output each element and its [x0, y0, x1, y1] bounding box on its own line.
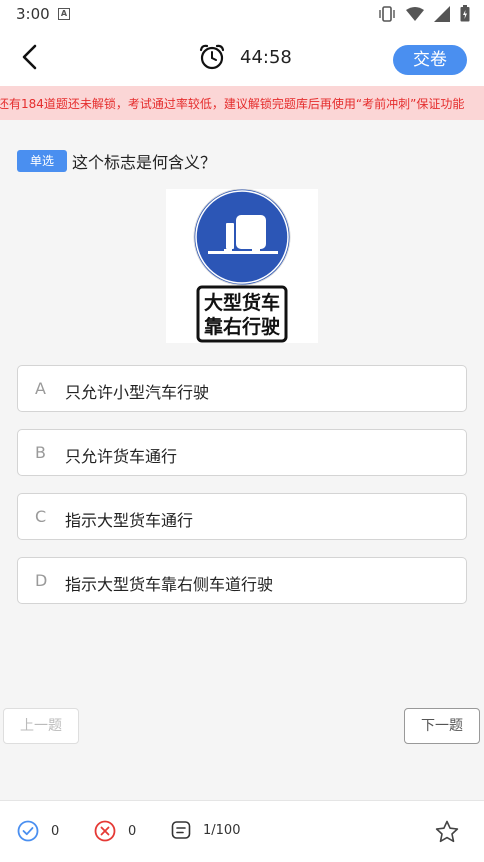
option-d[interactable]: D 指示大型货车靠右侧车道行驶 — [17, 557, 467, 604]
option-text: 指示大型货车靠右侧车道行驶 — [65, 575, 274, 594]
back-arrow-icon[interactable] — [16, 42, 46, 72]
notice-text: 还有184道题还未解锁，考试通过率较低，建议解锁完题库后再使用“考前冲刺”保证功… — [0, 97, 465, 111]
wifi-icon — [406, 6, 424, 21]
question-text: 这个标志是何含义？ — [72, 153, 217, 172]
option-c[interactable]: C 指示大型货车通行 — [17, 493, 467, 540]
option-letter: C — [35, 507, 47, 526]
submit-exam-button[interactable]: 交卷 — [393, 45, 467, 75]
option-letter: A — [35, 379, 46, 398]
wrong-count: 0 — [128, 823, 137, 839]
status-time: 3:00 — [16, 5, 50, 23]
unlock-notice-banner[interactable]: 还有184道题还未解锁，考试通过率较低，建议解锁完题库后再使用“考前冲刺”保证功… — [0, 86, 484, 120]
traffic-sign-image: 大型货车 靠右行驶 — [166, 189, 318, 343]
option-letter: B — [35, 443, 46, 462]
timer-value: 44:58 — [240, 46, 292, 68]
correct-count: 0 — [51, 823, 60, 839]
correct-count-item[interactable]: 0 — [17, 820, 59, 842]
bottom-bar: 0 0 1/100 — [0, 800, 484, 862]
option-text: 只允许货车通行 — [65, 447, 178, 466]
sign-text-line1: 大型货车 — [204, 291, 280, 314]
answer-sheet-icon — [171, 821, 191, 839]
previous-question-button[interactable]: 上一题 — [3, 708, 79, 744]
option-b[interactable]: B 只允许货车通行 — [17, 429, 467, 476]
option-letter: D — [35, 571, 48, 590]
question-type-badge: 单选 — [17, 150, 67, 172]
wrong-x-icon — [94, 820, 116, 842]
favorite-star-icon[interactable] — [434, 819, 460, 845]
alarm-clock-icon — [199, 44, 225, 70]
notification-icon: A — [58, 8, 70, 20]
option-a[interactable]: A 只允许小型汽车行驶 — [17, 365, 467, 412]
next-question-button[interactable]: 下一题 — [404, 708, 480, 744]
status-icons — [378, 5, 470, 22]
sign-text-line2: 靠右行驶 — [204, 315, 280, 338]
correct-check-icon — [17, 820, 39, 842]
wrong-count-item[interactable]: 0 — [94, 820, 136, 842]
signal-icon — [434, 5, 450, 22]
progress-text: 1/100 — [203, 822, 241, 838]
option-text: 只允许小型汽车行驶 — [65, 383, 210, 402]
exam-header: 44:58 交卷 — [0, 28, 484, 86]
countdown-timer: 44:58 — [198, 43, 292, 71]
vibrate-icon — [379, 5, 395, 22]
question-progress-item[interactable]: 1/100 — [171, 820, 240, 840]
battery-icon — [460, 5, 470, 22]
option-text: 指示大型货车通行 — [65, 511, 194, 530]
status-bar: 3:00 A — [0, 0, 484, 28]
